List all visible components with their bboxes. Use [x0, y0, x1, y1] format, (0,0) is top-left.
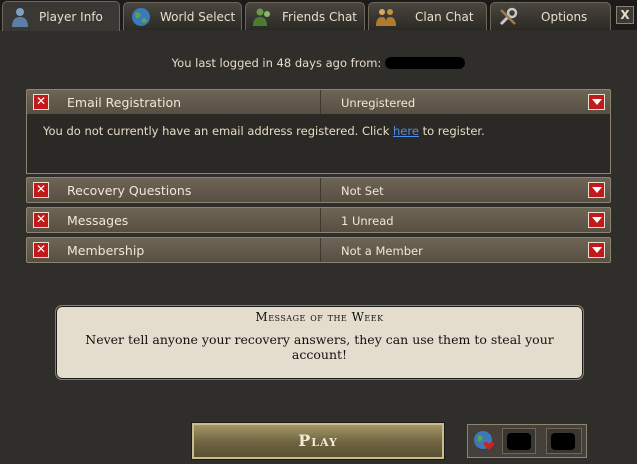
email-message-text: You do not currently have an email addre… — [43, 124, 394, 138]
bottom-icon-bar — [467, 424, 587, 458]
chevron-down-icon[interactable] — [588, 94, 605, 110]
player-icon — [12, 7, 28, 27]
close-button[interactable]: X — [616, 6, 634, 24]
row-email-registration[interactable]: ✕ Email Registration Unregistered — [26, 89, 611, 115]
tab-friends-chat[interactable]: Friends Chat — [245, 2, 365, 30]
chevron-down-icon[interactable] — [588, 182, 605, 198]
row-recovery-questions[interactable]: ✕ Recovery Questions Not Set — [26, 177, 611, 203]
motw-text: Never tell anyone your recovery answers,… — [85, 332, 554, 362]
world-favourite-button[interactable] — [470, 428, 500, 454]
row-divider — [320, 238, 321, 262]
status-x-icon: ✕ — [33, 94, 49, 110]
redacted-button[interactable] — [546, 428, 582, 454]
tab-label: World Select — [160, 9, 236, 24]
row-label: Membership — [67, 243, 145, 258]
motw-title: Message of the Week — [255, 310, 384, 324]
email-message: You do not currently have an email addre… — [43, 124, 485, 138]
row-status: 1 Unread — [341, 214, 394, 228]
email-details-panel: You do not currently have an email addre… — [26, 114, 611, 174]
redacted-icon — [551, 433, 575, 450]
tab-label: Clan Chat — [415, 9, 474, 24]
last-login-notice: You last logged in 48 days ago from: — [0, 56, 637, 70]
tab-label: Options — [541, 9, 588, 24]
row-divider — [320, 208, 321, 232]
play-button[interactable]: Play — [191, 422, 445, 460]
tab-label: Friends Chat — [282, 9, 358, 24]
tab-options[interactable]: Options — [490, 2, 611, 30]
row-status: Unregistered — [341, 96, 416, 110]
tab-label: Player Info — [39, 9, 103, 24]
wrench-icon — [499, 7, 518, 25]
row-label: Recovery Questions — [67, 183, 192, 198]
row-status: Not a Member — [341, 244, 423, 258]
clan-icon — [376, 8, 396, 26]
tab-world-select[interactable]: World Select — [123, 2, 242, 30]
redacted-ip — [385, 57, 466, 69]
email-message-text-end: to register. — [418, 124, 485, 138]
row-divider — [320, 178, 321, 202]
row-divider — [320, 90, 321, 114]
row-status: Not Set — [341, 184, 384, 198]
redacted-button[interactable] — [502, 428, 536, 454]
status-x-icon: ✕ — [33, 212, 49, 228]
register-link[interactable]: here — [393, 124, 419, 138]
tab-bar: Player Info World Select Friends Chat Cl… — [0, 0, 637, 31]
chevron-down-icon[interactable] — [588, 242, 605, 258]
row-label: Email Registration — [67, 95, 182, 110]
tab-clan-chat[interactable]: Clan Chat — [368, 2, 487, 30]
friends-icon — [253, 8, 270, 26]
status-x-icon: ✕ — [33, 182, 49, 198]
status-x-icon: ✕ — [33, 242, 49, 258]
chevron-down-icon[interactable] — [588, 212, 605, 228]
row-messages[interactable]: ✕ Messages 1 Unread — [26, 207, 611, 233]
globe-heart-icon — [474, 431, 495, 450]
message-of-the-week: Message of the Week Never tell anyone yo… — [55, 305, 584, 380]
last-login-text: You last logged in 48 days ago from: — [171, 56, 382, 70]
row-label: Messages — [67, 213, 129, 228]
tab-player-info[interactable]: Player Info — [2, 1, 120, 31]
redacted-icon — [507, 433, 531, 450]
row-membership[interactable]: ✕ Membership Not a Member — [26, 237, 611, 263]
globe-icon — [132, 7, 150, 26]
